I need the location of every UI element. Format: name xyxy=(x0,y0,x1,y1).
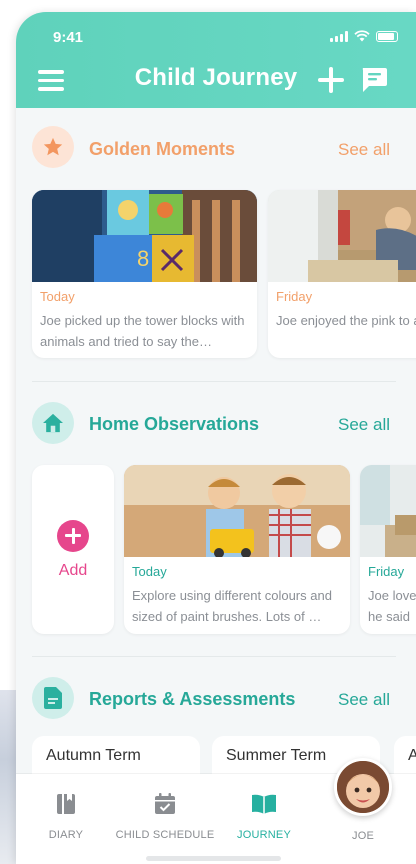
golden-moment-photo xyxy=(268,190,416,282)
home-icon xyxy=(32,402,74,444)
observation-photo xyxy=(360,465,416,557)
avatar[interactable] xyxy=(334,758,392,816)
section-divider xyxy=(32,656,396,657)
golden-moment-photo: 8 xyxy=(32,190,257,282)
golden-moment-card[interactable]: 8 Today Joe picked up the tower blocks w… xyxy=(32,190,257,358)
card-description: Joe enjoyed the pink to and placed the l… xyxy=(276,313,416,328)
observation-card[interactable]: Friday Joe love he said xyxy=(360,465,416,634)
tab-journey[interactable]: JOURNEY xyxy=(234,792,294,841)
card-description: Joe picked up the tower blocks with anim… xyxy=(40,313,245,349)
card-day: Today xyxy=(132,564,167,579)
report-term: A xyxy=(408,747,416,764)
add-observation-button[interactable]: Add xyxy=(32,465,114,634)
home-indicator xyxy=(146,856,281,861)
diary-icon xyxy=(57,794,75,814)
tab-label: JOE xyxy=(352,830,374,842)
card-description: Explore using different colours and size… xyxy=(132,588,332,624)
card-day: Friday xyxy=(276,289,313,304)
card-description: Joe love he said xyxy=(368,588,416,624)
add-button[interactable] xyxy=(318,67,344,93)
book-icon xyxy=(252,794,276,814)
chat-icon[interactable] xyxy=(360,66,388,93)
app-screen: 9:41 Child Journey Golden Moments See al… xyxy=(16,12,416,864)
reports-title: Reports & Assessments xyxy=(89,689,296,709)
tab-label: DIARY xyxy=(48,829,84,841)
card-day: Friday xyxy=(368,564,405,579)
golden-see-all-link[interactable]: See all xyxy=(338,140,390,160)
status-time: 9:41 xyxy=(53,29,84,46)
wifi-icon xyxy=(354,30,370,42)
svg-text:8: 8 xyxy=(137,246,149,271)
plus-icon xyxy=(57,519,89,552)
signal-icon xyxy=(330,30,348,42)
card-day: Today xyxy=(40,289,75,304)
observation-photo xyxy=(124,465,350,557)
home-see-all-link[interactable]: See all xyxy=(338,415,390,435)
report-term: Summer Term xyxy=(226,747,327,764)
tab-diary[interactable]: DIARY xyxy=(36,792,96,841)
tab-profile[interactable]: JOE xyxy=(338,830,388,842)
tab-label: CHILD SCHEDULE xyxy=(115,829,215,841)
star-icon xyxy=(32,126,74,168)
golden-moment-card[interactable]: Friday Joe enjoyed the pink to and place… xyxy=(268,190,416,358)
observation-card[interactable]: Today Explore using different colours an… xyxy=(124,465,350,634)
reports-see-all-link[interactable]: See all xyxy=(338,690,390,710)
home-observations-title: Home Observations xyxy=(89,414,260,434)
document-icon xyxy=(32,677,74,719)
report-term: Autumn Term xyxy=(46,747,141,764)
page-title: Child Journey xyxy=(134,64,298,91)
battery-icon xyxy=(376,30,398,42)
add-label: Add xyxy=(58,561,88,579)
app-header: 9:41 Child Journey xyxy=(16,12,416,108)
status-icons xyxy=(330,30,398,42)
section-divider xyxy=(32,381,396,382)
tab-label: JOURNEY xyxy=(237,829,291,841)
golden-moments-title: Golden Moments xyxy=(89,139,236,159)
tab-child-schedule[interactable]: CHILD SCHEDULE xyxy=(111,792,219,841)
schedule-icon xyxy=(155,793,175,814)
